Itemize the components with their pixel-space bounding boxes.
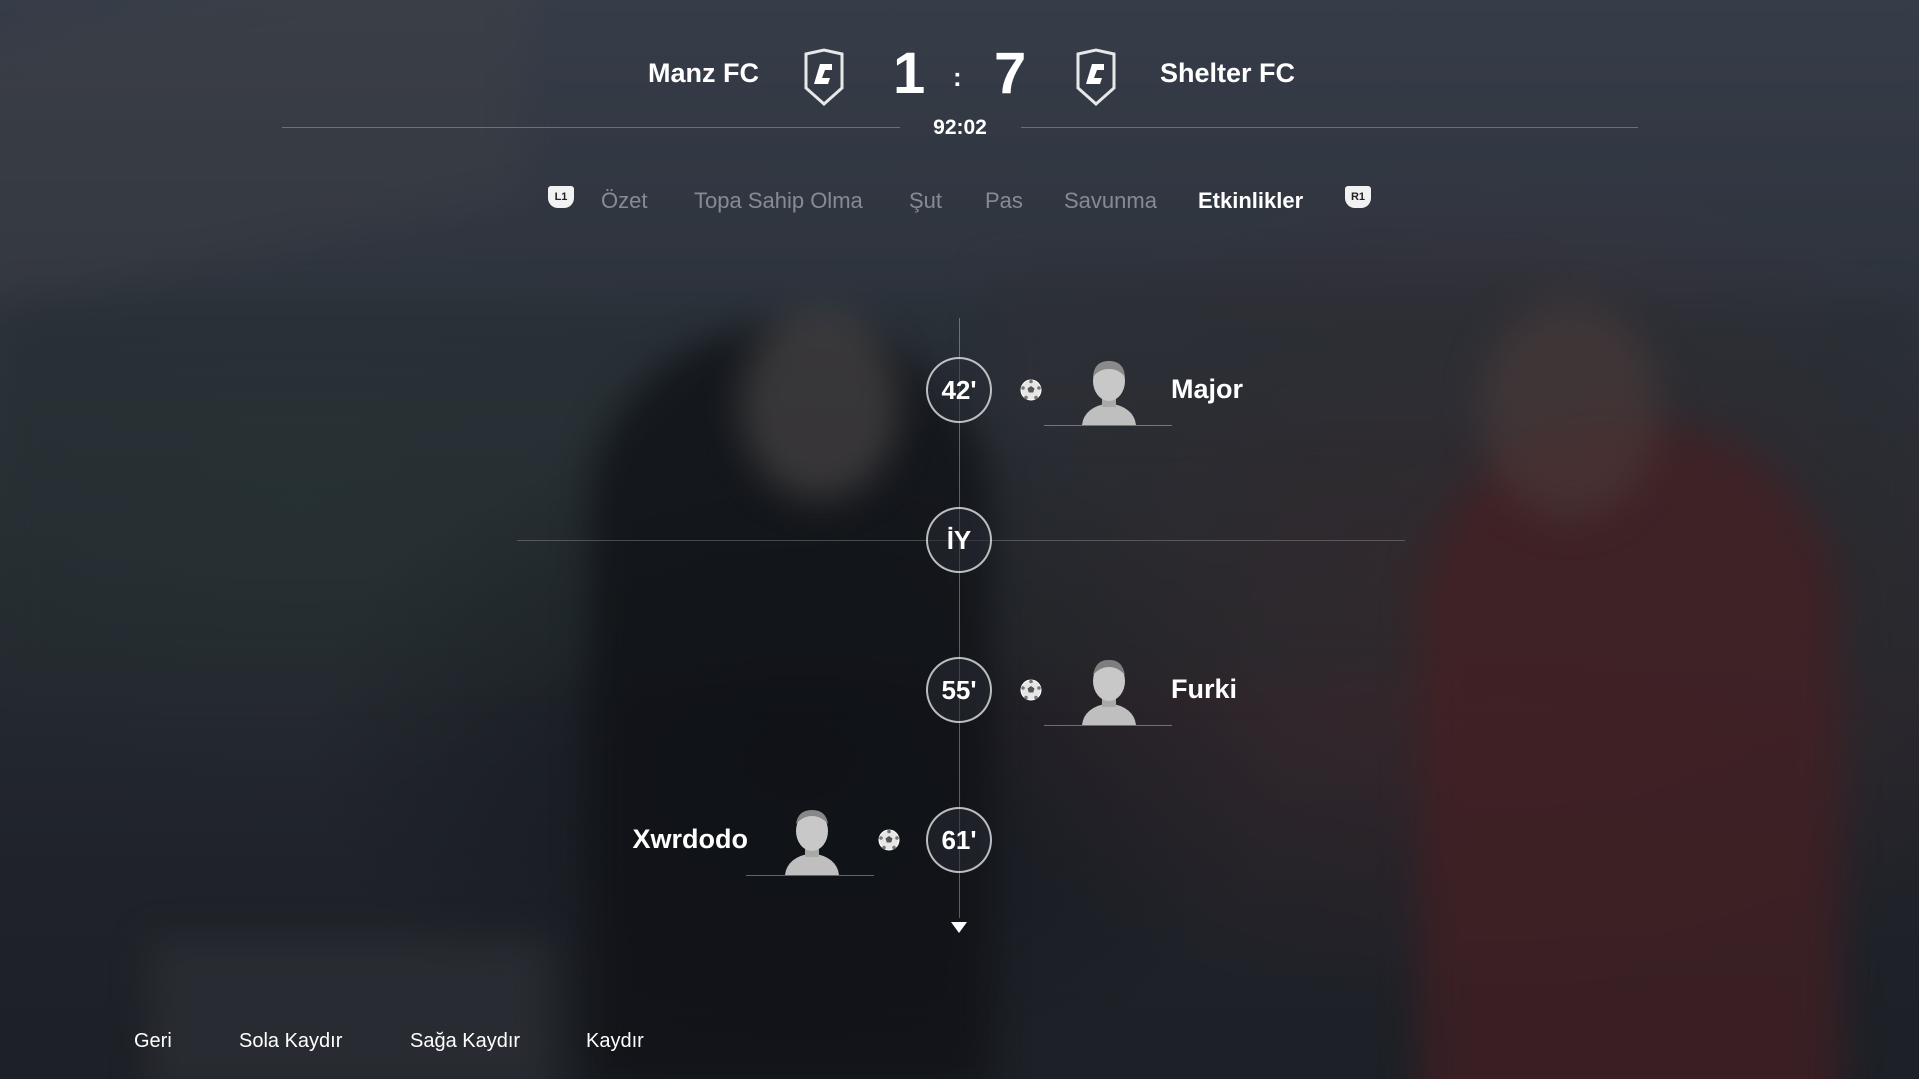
avatar-underline <box>1044 725 1172 726</box>
away-score: 7 <box>994 41 1027 106</box>
event-minute-badge: 42' <box>926 357 992 423</box>
soccer-ball-icon <box>1020 379 1042 401</box>
match-clock: 92:02 <box>933 116 987 139</box>
half-time-badge: İY <box>926 507 992 573</box>
scroll-right-button[interactable]: Sağa Kaydır <box>410 1030 520 1053</box>
soccer-ball-icon <box>1020 679 1042 701</box>
event-minute-badge: 61' <box>926 807 992 873</box>
tab-shots[interactable]: Şut <box>909 188 942 214</box>
club-crest-icon <box>804 48 844 106</box>
event-player-name: Xwrdodo <box>632 824 749 854</box>
score-separator: : <box>953 62 962 92</box>
header-divider-left <box>282 127 900 128</box>
scroll-down-arrow-icon[interactable] <box>951 922 967 933</box>
tab-defense[interactable]: Savunma <box>1064 188 1157 214</box>
avatar-underline <box>746 875 874 876</box>
tab-passes[interactable]: Pas <box>985 188 1023 214</box>
player-avatar <box>1082 659 1136 725</box>
back-button[interactable]: Geri <box>134 1030 172 1053</box>
club-crest-icon <box>1076 48 1116 106</box>
player-avatar <box>785 810 839 875</box>
tab-summary[interactable]: Özet <box>601 188 647 214</box>
l1-shoulder-icon[interactable]: L1 <box>548 186 574 208</box>
tab-possession[interactable]: Topa Sahip Olma <box>694 188 863 214</box>
header-divider-right <box>1021 127 1638 128</box>
match-stats-screen: Manz FC 1 : 7 Shelter FC 92:02 L1 Özet T… <box>0 0 1919 1079</box>
away-team-name: Shelter FC <box>1160 58 1296 88</box>
event-player-name: Major <box>1171 374 1244 404</box>
event-minute-badge: 55' <box>926 657 992 723</box>
tab-events[interactable]: Etkinlikler <box>1198 188 1303 214</box>
soccer-ball-icon <box>878 829 900 851</box>
avatar-underline <box>1044 425 1172 426</box>
home-team-name: Manz FC <box>648 58 759 88</box>
event-player-name: Furki <box>1171 674 1238 704</box>
scroll-button[interactable]: Kaydır <box>586 1030 644 1053</box>
home-score: 1 <box>893 41 926 106</box>
scroll-left-button[interactable]: Sola Kaydır <box>239 1030 342 1053</box>
stats-tab-bar: L1 Özet Topa Sahip Olma Şut Pas Savunma … <box>0 184 1919 214</box>
r1-shoulder-icon[interactable]: R1 <box>1345 186 1371 208</box>
player-avatar <box>1082 361 1136 425</box>
